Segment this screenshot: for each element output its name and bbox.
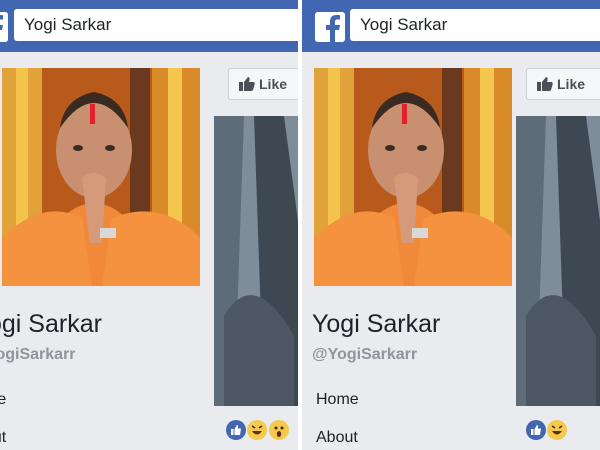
like-button-label: Like	[557, 76, 586, 92]
page-title: ogi Sarkar	[0, 310, 102, 338]
like-button-label: Like	[259, 76, 288, 92]
wow-icon	[268, 420, 289, 440]
facebook-logo-icon[interactable]	[315, 12, 345, 42]
page-title: Yogi Sarkar	[312, 310, 441, 338]
reaction-summary[interactable]: 4	[226, 420, 298, 442]
cover-photo[interactable]	[516, 116, 600, 406]
right-screenshot-panel: Yogi Sarkar Yogi Sarkar @YogiSarkarr Hom…	[302, 0, 600, 450]
search-input[interactable]: Yogi Sarkar	[350, 9, 600, 41]
left-screenshot-panel: Yogi Sarkar ogi Sarka	[0, 0, 298, 450]
page-username[interactable]: @YogiSarkarr	[312, 346, 417, 364]
profile-picture[interactable]	[314, 68, 512, 286]
haha-icon	[247, 420, 268, 440]
like-button[interactable]: Like	[526, 68, 600, 100]
search-input[interactable]: Yogi Sarkar	[14, 9, 298, 41]
haha-icon	[547, 420, 568, 440]
page-username[interactable]: YogiSarkarr	[0, 346, 76, 364]
profile-picture[interactable]	[2, 68, 200, 286]
facebook-top-bar: Yogi Sarkar	[302, 0, 600, 52]
thumbs-up-icon	[239, 71, 255, 91]
page-main-column: Like 4	[212, 52, 298, 450]
page-sidebar: ogi Sarkar YogiSarkarr me out	[0, 52, 212, 450]
like-button[interactable]: Like	[228, 68, 298, 100]
like-icon	[526, 420, 546, 440]
nav-item-home[interactable]: me	[0, 391, 6, 409]
nav-item-about[interactable]: About	[316, 429, 358, 447]
nav-item-home[interactable]: Home	[316, 391, 359, 409]
facebook-top-bar: Yogi Sarkar	[0, 0, 298, 52]
page-main-column: Like	[514, 52, 600, 450]
cover-photo[interactable]	[214, 116, 298, 406]
page-sidebar: Yogi Sarkar @YogiSarkarr Home About	[302, 52, 514, 450]
thumbs-up-icon	[537, 71, 553, 91]
nav-item-about[interactable]: out	[0, 429, 6, 447]
facebook-logo-icon[interactable]	[0, 12, 8, 42]
reaction-summary[interactable]	[526, 420, 568, 442]
like-icon	[226, 420, 246, 440]
